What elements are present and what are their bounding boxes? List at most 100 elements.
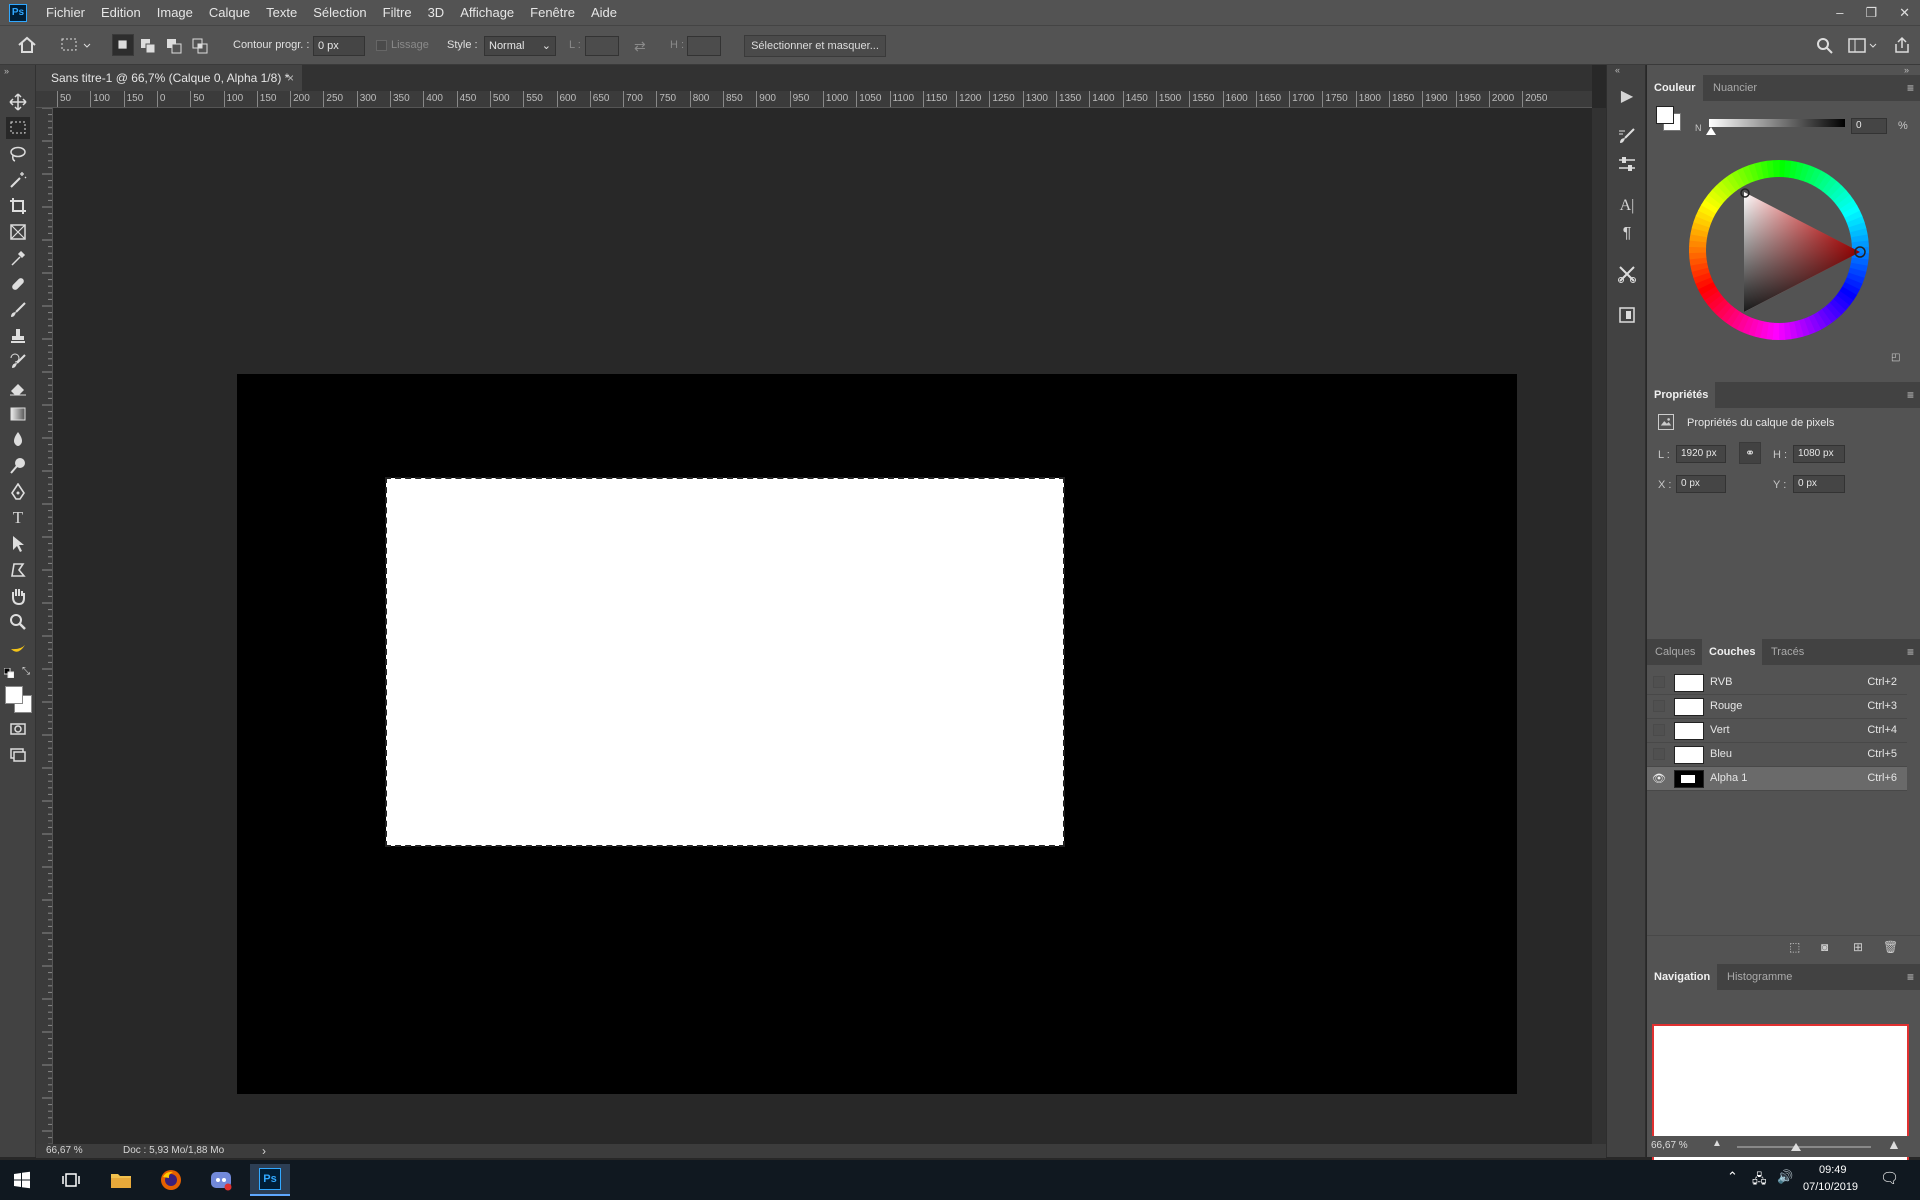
swap-colors-icon[interactable]: ⤡	[22, 666, 30, 677]
taskbar-time[interactable]: 09:49	[1819, 1164, 1847, 1176]
lasso-tool-icon[interactable]	[6, 143, 30, 165]
shape-tool-icon[interactable]	[6, 559, 30, 581]
channel-row[interactable]: Rouge Ctrl+3	[1647, 695, 1907, 719]
selection-rectangle[interactable]	[385, 477, 1065, 847]
select-and-mask-button[interactable]: Sélectionner et masquer...	[744, 35, 886, 57]
document-canvas[interactable]	[237, 374, 1517, 1094]
width-input[interactable]	[585, 36, 619, 56]
menu-aide[interactable]: Aide	[591, 5, 617, 20]
taskbar-date[interactable]: 07/10/2019	[1803, 1181, 1858, 1193]
notifications-icon[interactable]: 🗨	[1880, 1169, 1899, 1187]
collapse-arrows-icon[interactable]: »	[4, 66, 9, 76]
quick-mask-icon[interactable]	[6, 718, 30, 740]
height-input[interactable]	[687, 36, 721, 56]
antialias-checkbox[interactable]	[376, 40, 387, 51]
menu-fenetre[interactable]: Fenêtre	[530, 5, 575, 20]
search-icon[interactable]	[1816, 37, 1834, 55]
photoshop-logo[interactable]: Ps	[9, 3, 27, 22]
frame-tool-icon[interactable]	[6, 221, 30, 243]
workspace-icon[interactable]	[1848, 37, 1878, 55]
play-actions-icon[interactable]: ▶	[1617, 87, 1637, 107]
intersect-selection-icon[interactable]	[190, 36, 210, 56]
tab-navigation[interactable]: Navigation	[1647, 964, 1718, 990]
tools-presets-icon[interactable]	[1617, 264, 1637, 284]
banana-icon[interactable]	[6, 637, 30, 659]
brightness-value[interactable]: 0	[1851, 118, 1887, 134]
eye-icon[interactable]: 👁	[1652, 772, 1666, 785]
file-explorer-icon[interactable]	[101, 1164, 141, 1196]
menu-filtre[interactable]: Filtre	[383, 5, 412, 20]
status-zoom[interactable]: 66,67 %	[46, 1145, 83, 1156]
document-tab[interactable]: Sans titre-1 @ 66,7% (Calque 0, Alpha 1/…	[36, 65, 302, 91]
foreground-color-swatch[interactable]	[5, 686, 23, 704]
feather-input[interactable]: 0 px	[313, 36, 365, 56]
menu-calque[interactable]: Calque	[209, 5, 250, 20]
color-wheel[interactable]	[1689, 160, 1869, 340]
tab-traces[interactable]: Tracés	[1771, 639, 1804, 665]
zoom-out-icon[interactable]: ▲	[1712, 1138, 1722, 1149]
share-icon[interactable]	[1893, 36, 1911, 54]
adjustments-icon[interactable]	[1617, 154, 1637, 174]
marquee-tool-icon[interactable]	[6, 117, 30, 139]
volume-icon[interactable]: 🔊	[1777, 1169, 1793, 1185]
menu-fichier[interactable]: Fichier	[46, 5, 85, 20]
vertical-scrollbar[interactable]	[1592, 108, 1606, 1144]
task-view-icon[interactable]	[51, 1164, 91, 1196]
status-menu-arrow[interactable]: ›	[262, 1144, 266, 1158]
panel-menu-icon[interactable]: ≡	[1907, 81, 1914, 95]
collapse-panels-icon[interactable]: »	[1904, 65, 1909, 75]
channel-row[interactable]: RVB Ctrl+2	[1647, 671, 1907, 695]
tab-nuancier[interactable]: Nuancier	[1713, 75, 1757, 101]
tab-calques[interactable]: Calques	[1655, 639, 1695, 665]
eyedropper-tool-icon[interactable]	[6, 247, 30, 269]
load-selection-icon[interactable]: ⬚	[1789, 940, 1800, 954]
libraries-icon[interactable]	[1617, 305, 1637, 325]
channel-row-selected[interactable]: 👁 Alpha 1 Ctrl+6	[1647, 767, 1907, 791]
collapse-dock-icon[interactable]: «	[1615, 65, 1620, 75]
history-brush-tool-icon[interactable]	[6, 351, 30, 373]
panel-menu-icon[interactable]: ≡	[1907, 970, 1914, 984]
path-selection-tool-icon[interactable]	[6, 533, 30, 555]
tab-couleur[interactable]: Couleur	[1647, 75, 1703, 101]
zoom-slider[interactable]	[1737, 1146, 1871, 1148]
hand-tool-icon[interactable]	[6, 585, 30, 607]
color-mode-icon[interactable]: ◰	[1891, 352, 1900, 363]
menu-edition[interactable]: Edition	[101, 5, 141, 20]
navigation-zoom[interactable]: 66,67 %	[1651, 1140, 1688, 1151]
screen-mode-icon[interactable]	[6, 744, 30, 766]
discord-icon[interactable]	[201, 1164, 241, 1196]
swap-dimensions-icon[interactable]: ⇄	[634, 38, 646, 55]
menu-3d[interactable]: 3D	[428, 5, 445, 20]
crop-tool-icon[interactable]	[6, 195, 30, 217]
channel-row[interactable]: Bleu Ctrl+5	[1647, 743, 1907, 767]
brush-settings-icon[interactable]	[1617, 127, 1637, 147]
menu-affichage[interactable]: Affichage	[460, 5, 514, 20]
y-field[interactable]: 0 px	[1793, 475, 1845, 493]
save-selection-icon[interactable]: ◙	[1821, 940, 1828, 954]
menu-image[interactable]: Image	[157, 5, 193, 20]
menu-selection[interactable]: Sélection	[313, 5, 366, 20]
magic-wand-tool-icon[interactable]	[6, 169, 30, 191]
new-channel-icon[interactable]: ⊞	[1853, 940, 1863, 954]
trash-icon[interactable]: 🗑	[1883, 940, 1898, 954]
x-field[interactable]: 0 px	[1676, 475, 1726, 493]
close-icon[interactable]: ✕	[1899, 5, 1910, 21]
panel-menu-icon[interactable]: ≡	[1907, 388, 1914, 402]
panel-menu-icon[interactable]: ≡	[1907, 645, 1914, 659]
new-selection-icon[interactable]	[112, 34, 134, 56]
text-tool-icon[interactable]: T	[6, 507, 30, 529]
visibility-toggle[interactable]	[1653, 724, 1665, 736]
firefox-icon[interactable]	[151, 1164, 191, 1196]
photoshop-taskbar-icon[interactable]: Ps	[250, 1164, 290, 1196]
canvas-workspace[interactable]	[53, 108, 1592, 1144]
clone-stamp-tool-icon[interactable]	[6, 325, 30, 347]
tab-histogramme[interactable]: Histogramme	[1727, 964, 1792, 990]
zoom-slider-thumb[interactable]	[1791, 1143, 1801, 1151]
visibility-toggle[interactable]	[1653, 748, 1665, 760]
gradient-tool-icon[interactable]	[6, 403, 30, 425]
channel-row[interactable]: Vert Ctrl+4	[1647, 719, 1907, 743]
tab-couches[interactable]: Couches	[1702, 639, 1763, 665]
link-icon[interactable]: ⚭	[1739, 442, 1761, 464]
foreground-color-chip[interactable]	[1656, 106, 1674, 124]
zoom-tool-icon[interactable]	[6, 611, 30, 633]
